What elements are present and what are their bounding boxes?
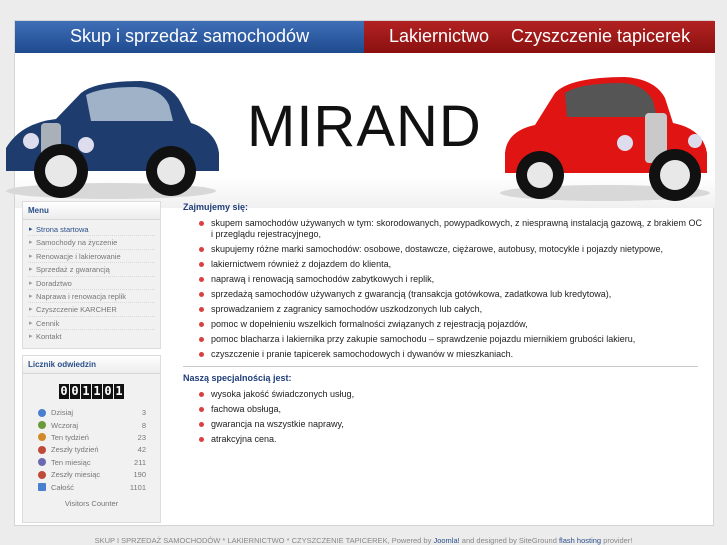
menu-item-kontakt[interactable]: Kontakt — [28, 330, 155, 343]
counter-digit: 1 — [92, 383, 102, 399]
counter-digit: 0 — [70, 383, 80, 399]
list-item: pomoc w dopełnieniu wszelkich formalnośc… — [199, 319, 710, 330]
page-container: Skup i sprzedaż samochodów Lakiernictwo … — [6, 20, 715, 529]
counter-digit: 1 — [114, 383, 124, 399]
menu-title: Menu — [23, 202, 160, 220]
users-icon — [38, 433, 46, 442]
red-car-image — [500, 77, 710, 201]
nav-skup-sprzedaz-label: Skup i sprzedaż samochodów — [69, 26, 310, 46]
list-item: sprzedażą samochodów używanych z gwaranc… — [199, 289, 710, 300]
stat-value: 42 — [137, 445, 146, 455]
menu-item-renowacje[interactable]: Renowacje i lakierowanie — [28, 250, 155, 264]
banner: MIRAND — [6, 53, 715, 208]
stat-row: Zeszły miesiąc 190 — [23, 468, 160, 480]
list-item: lakiernictwem również z dojazdem do klie… — [199, 259, 710, 270]
stat-label: Zeszły tydzień — [51, 445, 99, 455]
stat-row: Ten tydzień 23 — [23, 431, 160, 443]
stat-value: 8 — [141, 420, 146, 430]
stat-label: Zeszły miesiąc — [51, 470, 101, 480]
stat-label: Całość — [51, 482, 74, 492]
visit-counter-title: Licznik odwiedzin — [23, 355, 160, 374]
menu-item-czyszczenie-karcher[interactable]: Czyszczenie KARCHER — [28, 303, 155, 317]
stat-label: Dzisiaj — [51, 408, 74, 418]
stat-row: Zeszły tydzień 42 — [23, 444, 160, 456]
stat-row: Ten miesiąc 211 — [23, 456, 160, 468]
joomla-link[interactable]: Joomla! — [433, 536, 459, 545]
counter-digit: 0 — [59, 383, 69, 399]
menu-item-cennik[interactable]: Cennik — [28, 317, 155, 331]
menu-item-sprzedaz-z-gwarancja[interactable]: Sprzedaż z gwarancją — [28, 263, 155, 277]
footer-text: and designed by SiteGround — [461, 536, 557, 545]
section-title-specialty: Naszą specjalnością jest: — [183, 373, 292, 383]
menu-item-naprawa-replik[interactable]: Naprawa i renowacja replik — [28, 290, 155, 304]
list-item: atrakcyjna cena. — [199, 434, 710, 445]
stat-value: 190 — [133, 470, 146, 480]
footer-text: provider! — [603, 536, 633, 545]
stat-value: 3 — [141, 408, 146, 418]
list-item: gwarancja na wszystkie naprawy, — [199, 419, 710, 430]
nav-right-bar: Lakiernictwo Czyszczenie tapicerek — [364, 21, 715, 53]
list-item: sprowadzaniem z zagranicy samochodów usz… — [199, 304, 710, 315]
nav-skup-sprzedaz[interactable]: Skup i sprzedaż samochodów — [15, 21, 364, 53]
footer: SKUP I SPRZEDAŻ SAMOCHODÓW * LAKIERNICTW… — [0, 536, 727, 545]
site-logo: MIRAND — [247, 94, 482, 159]
stat-value: 1101 — [129, 482, 146, 492]
flash-hosting-link[interactable]: flash hosting — [559, 536, 601, 545]
list-item: pomoc blacharza i lakiernika przy zakupi… — [199, 334, 710, 345]
list-item: wysoka jakość świadczonych usług, — [199, 389, 710, 400]
stat-value: 23 — [137, 432, 146, 442]
stat-label: Ten tydzień — [51, 432, 89, 442]
stat-value: 211 — [134, 457, 146, 467]
stat-row: Dzisiaj 3 — [23, 407, 160, 419]
section-title-services: Zajmujemy się: — [183, 202, 249, 212]
list-item: fachowa obsługa, — [199, 404, 710, 415]
nav-lakiernictwo[interactable]: Lakiernictwo — [389, 21, 489, 51]
menu-item-doradztwo[interactable]: Doradztwo — [28, 277, 155, 290]
menu-item-samochody-na-zyczenie[interactable]: Samochody na życzenie — [28, 236, 155, 250]
list-item: skupem samochodów używanych w tym: skoro… — [199, 218, 710, 240]
list-item: naprawą i renowacją samochodów zabytkowy… — [199, 274, 710, 285]
menu-list: Strona startowa Samochody na życzenie Re… — [23, 220, 160, 348]
stat-label: Wczoraj — [51, 420, 79, 430]
user-icon — [38, 421, 46, 430]
stat-row: Całość 1101 — [23, 481, 160, 493]
user-icon — [38, 408, 46, 417]
nav-czyszczenie-tapicerek[interactable]: Czyszczenie tapicerek — [511, 21, 690, 51]
blue-car-image — [6, 81, 219, 199]
services-list: skupem samochodów używanych w tym: skoro… — [175, 218, 710, 360]
counter-digits: 0 0 1 1 0 1 — [23, 383, 160, 399]
counter-digit: 1 — [81, 383, 91, 399]
list-item: skupujemy różne marki samochodów: osobow… — [199, 244, 710, 255]
sidebar: Menu Strona startowa Samochody na życzen… — [22, 201, 161, 529]
divider — [183, 366, 698, 367]
counter-stats: Dzisiaj 3 Wczoraj 8 Ten tydzień 23 Zeszł… — [23, 407, 160, 494]
visit-counter-box: Licznik odwiedzin 0 0 1 1 0 1 Dzisiaj 3 … — [22, 354, 161, 524]
list-item: czyszczenie i pranie tapicerek samochodo… — [199, 349, 710, 360]
stat-label: Ten miesiąc — [51, 457, 91, 467]
footer-text: SKUP I SPRZEDAŻ SAMOCHODÓW * LAKIERNICTW… — [94, 536, 432, 545]
menu-box: Menu Strona startowa Samochody na życzen… — [22, 201, 161, 349]
menu-item-strona-startowa[interactable]: Strona startowa — [28, 223, 155, 237]
stat-row: Wczoraj 8 — [23, 419, 160, 431]
chart-icon — [38, 483, 46, 492]
main-content: Zajmujemy się: skupem samochodów używany… — [175, 201, 710, 449]
visitors-counter-link[interactable]: Visitors Counter — [23, 493, 160, 522]
users-icon — [38, 470, 46, 479]
users-icon — [38, 445, 46, 454]
counter-digit: 0 — [103, 383, 113, 399]
specialty-list: wysoka jakość świadczonych usług, fachow… — [175, 389, 710, 445]
users-icon — [38, 458, 46, 467]
